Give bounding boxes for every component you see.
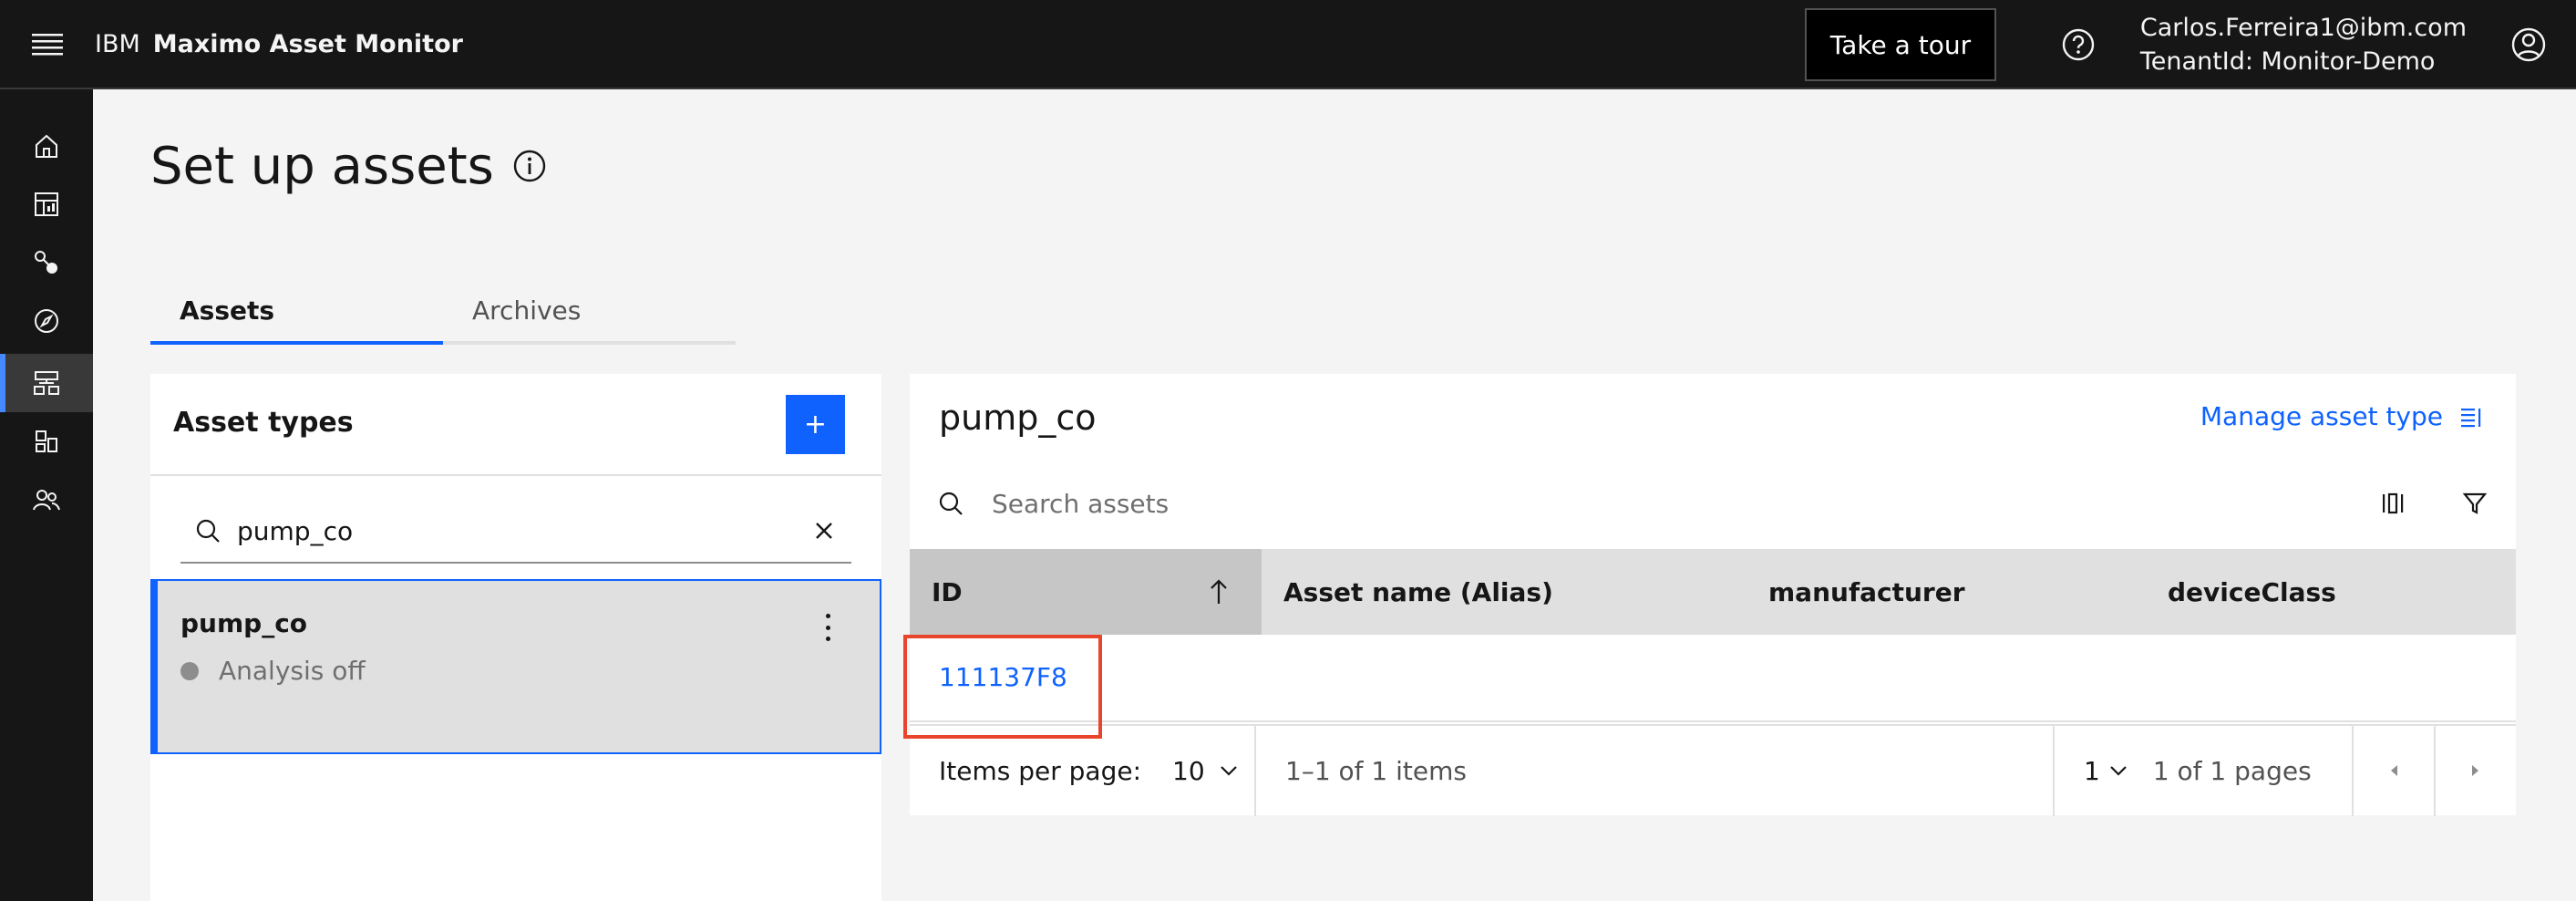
status-dot-icon [180,661,199,680]
column-device-class[interactable]: deviceClass [2146,549,2516,635]
page-select[interactable]: 1 [2084,756,2100,786]
prev-page-button[interactable] [2352,725,2434,816]
list-icon [2461,408,2481,427]
columns-icon[interactable] [2352,465,2434,542]
brand[interactable]: IBM Maximo Asset Monitor [95,30,463,58]
add-asset-type-button[interactable]: + [786,395,845,454]
user-email: Carlos.Ferreira1@ibm.com [2139,14,2467,42]
column-id-label: ID [932,576,963,607]
devices-icon[interactable] [0,412,93,471]
arrow-up-icon [1211,579,1227,604]
column-id[interactable]: ID [910,549,1262,635]
compass-icon[interactable] [0,292,93,350]
asset-type-heading: pump_co [939,398,1097,438]
search-icon [910,490,992,517]
top-header: IBM Maximo Asset Monitor Take a tour Car… [0,0,2576,89]
divider [150,474,881,476]
assets-nav-icon[interactable] [0,354,93,412]
asset-search-input[interactable]: Search assets [992,489,2352,519]
next-page-button[interactable] [2434,725,2516,816]
asset-type-search[interactable]: pump_co [180,500,851,564]
items-per-page-label: Items per page: [939,755,1142,786]
items-per-page-select[interactable]: 10 [1172,756,1205,786]
asset-types-title: Asset types [173,407,354,439]
highlight-box [903,635,1102,739]
brand-product: Maximo Asset Monitor [152,29,463,58]
manage-asset-type-link[interactable]: Manage asset type [2200,401,2483,431]
analysis-status: Analysis off [180,656,366,686]
pipeline-icon[interactable] [0,233,93,292]
page-title: Set up assets [150,137,547,196]
tenant-id: TenantId: Monitor-Demo [2139,47,2436,76]
caret-right-icon [2472,765,2478,776]
page-title-text: Set up assets [150,137,494,196]
tab-assets[interactable]: Assets [150,288,443,345]
asset-type-search-input[interactable]: pump_co [235,516,797,546]
dashboard-icon[interactable] [0,175,93,233]
assets-panel: pump_co Manage asset type Search assets … [910,374,2516,816]
asset-type-name: pump_co [180,608,308,638]
user-avatar-icon[interactable] [2501,0,2556,89]
items-per-page: Items per page: 10 [910,725,1254,816]
asset-type-item[interactable]: pump_co Analysis off [150,579,881,754]
home-icon[interactable] [0,117,93,175]
chevron-down-icon[interactable] [1220,764,1238,777]
table-header: ID Asset name (Alias) manufacturer devic… [910,549,2516,635]
chevron-down-icon[interactable] [2109,764,2128,777]
menu-icon[interactable] [0,0,95,88]
take-a-tour-button[interactable]: Take a tour [1804,8,1996,81]
column-manufacturer[interactable]: manufacturer [1747,549,2146,635]
info-icon[interactable] [512,137,547,196]
user-info: Carlos.Ferreira1@ibm.com TenantId: Monit… [2140,11,2467,78]
search-icon [180,517,235,544]
caret-left-icon [2391,765,2397,776]
users-icon[interactable] [0,471,93,529]
help-icon[interactable] [2051,0,2106,89]
analysis-status-text: Analysis off [219,656,366,686]
item-range: 1–1 of 1 items [1254,725,2053,816]
tab-list: Assets Archives [150,288,736,345]
side-rail [0,89,93,901]
manage-asset-type-label: Manage asset type [2200,401,2443,431]
overflow-menu-icon[interactable] [823,614,832,641]
asset-search-bar: Search assets [910,465,2516,542]
column-asset-name[interactable]: Asset name (Alias) [1262,549,1747,635]
brand-prefix: IBM [95,29,140,58]
tab-archives[interactable]: Archives [443,288,736,345]
filter-icon[interactable] [2434,465,2516,542]
page-count: 1 of 1 pages [2152,755,2312,786]
asset-types-panel: Asset types + pump_co pump_co Analysis o… [150,374,881,901]
page-selector: 1 1 of 1 pages [2053,725,2352,816]
clear-search-icon[interactable] [797,521,851,541]
pagination: Items per page: 10 1–1 of 1 items 1 1 of… [910,724,2516,816]
table-row[interactable]: 111137F8 [910,635,2516,722]
